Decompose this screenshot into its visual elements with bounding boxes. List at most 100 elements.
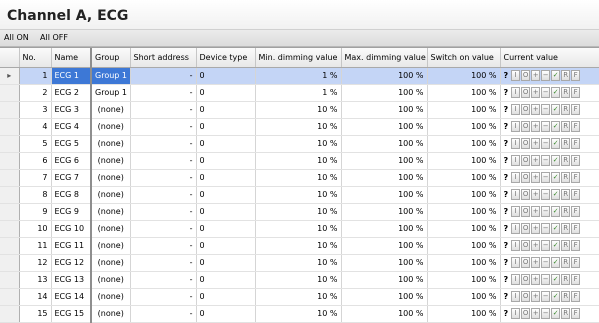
increase-button[interactable]: + xyxy=(531,189,541,200)
off-button[interactable]: O xyxy=(521,138,531,149)
decrease-button[interactable]: − xyxy=(541,70,551,81)
column-header-switch-on[interactable]: Switch on value xyxy=(427,48,501,68)
off-button[interactable]: O xyxy=(521,87,531,98)
on-button[interactable]: I xyxy=(511,138,521,149)
reset-button[interactable]: R xyxy=(561,138,571,149)
check-button[interactable]: ✓ xyxy=(551,155,561,166)
find-button[interactable]: F xyxy=(571,257,581,268)
row-selector[interactable] xyxy=(0,254,20,272)
decrease-button[interactable]: − xyxy=(541,104,551,115)
on-button[interactable]: I xyxy=(511,172,521,183)
all-off-button[interactable]: All OFF xyxy=(40,33,68,42)
check-button[interactable]: ✓ xyxy=(551,189,561,200)
table-row[interactable]: ▸ 1 ECG 1 Group 1-01 % 100 % 100 %? I O + − ✓ R F xyxy=(0,67,599,85)
off-button[interactable]: O xyxy=(521,274,531,285)
off-button[interactable]: O xyxy=(521,223,531,234)
on-button[interactable]: I xyxy=(511,104,521,115)
column-header-device-type[interactable]: Device type xyxy=(196,48,256,68)
on-button[interactable]: I xyxy=(511,223,521,234)
decrease-button[interactable]: − xyxy=(541,206,551,217)
increase-button[interactable]: + xyxy=(531,87,541,98)
off-button[interactable]: O xyxy=(521,291,531,302)
table-row[interactable]: 5 ECG 5 (none) -0 10 % 100 % 100 %? I O + − ✓ R F xyxy=(0,135,599,153)
increase-button[interactable]: + xyxy=(531,223,541,234)
decrease-button[interactable]: − xyxy=(541,87,551,98)
check-button[interactable]: ✓ xyxy=(551,308,561,319)
check-button[interactable]: ✓ xyxy=(551,291,561,302)
check-button[interactable]: ✓ xyxy=(551,206,561,217)
increase-button[interactable]: + xyxy=(531,70,541,81)
row-selector[interactable] xyxy=(0,271,20,289)
find-button[interactable]: F xyxy=(571,155,581,166)
on-button[interactable]: I xyxy=(511,291,521,302)
decrease-button[interactable]: − xyxy=(541,223,551,234)
decrease-button[interactable]: − xyxy=(541,138,551,149)
on-button[interactable]: I xyxy=(511,189,521,200)
reset-button[interactable]: R xyxy=(561,291,571,302)
reset-button[interactable]: R xyxy=(561,240,571,251)
reset-button[interactable]: R xyxy=(561,274,571,285)
row-selector[interactable] xyxy=(0,169,20,187)
find-button[interactable]: F xyxy=(571,172,581,183)
increase-button[interactable]: + xyxy=(531,155,541,166)
row-selector[interactable] xyxy=(0,186,20,204)
table-row[interactable]: 7 ECG 7 (none) -0 10 % 100 % 100 %? I O + − ✓ R F xyxy=(0,169,599,187)
table-row[interactable]: 14 ECG 14 (none) -0 10 % 100 % 100 %? I O + − ✓ R F xyxy=(0,288,599,306)
decrease-button[interactable]: − xyxy=(541,172,551,183)
find-button[interactable]: F xyxy=(571,138,581,149)
table-row[interactable]: 6 ECG 6 (none) -0 10 % 100 % 100 %? I O + − ✓ R F xyxy=(0,152,599,170)
increase-button[interactable]: + xyxy=(531,172,541,183)
column-header-group[interactable]: Group xyxy=(91,48,131,68)
row-selector[interactable] xyxy=(0,101,20,119)
decrease-button[interactable]: − xyxy=(541,257,551,268)
reset-button[interactable]: R xyxy=(561,189,571,200)
off-button[interactable]: O xyxy=(521,206,531,217)
reset-button[interactable]: R xyxy=(561,70,571,81)
table-row[interactable]: 4 ECG 4 (none) -0 10 % 100 % 100 %? I O + − ✓ R F xyxy=(0,118,599,136)
off-button[interactable]: O xyxy=(521,70,531,81)
increase-button[interactable]: + xyxy=(531,206,541,217)
row-selector[interactable] xyxy=(0,118,20,136)
off-button[interactable]: O xyxy=(521,308,531,319)
find-button[interactable]: F xyxy=(571,87,581,98)
all-on-button[interactable]: All ON xyxy=(4,33,29,42)
off-button[interactable]: O xyxy=(521,189,531,200)
decrease-button[interactable]: − xyxy=(541,308,551,319)
row-selector[interactable] xyxy=(0,288,20,306)
find-button[interactable]: F xyxy=(571,104,581,115)
decrease-button[interactable]: − xyxy=(541,189,551,200)
row-selector[interactable] xyxy=(0,152,20,170)
decrease-button[interactable]: − xyxy=(541,155,551,166)
row-selector[interactable] xyxy=(0,84,20,102)
increase-button[interactable]: + xyxy=(531,308,541,319)
find-button[interactable]: F xyxy=(571,240,581,251)
table-row[interactable]: 3 ECG 3 (none) -0 10 % 100 % 100 %? I O + − ✓ R F xyxy=(0,101,599,119)
check-button[interactable]: ✓ xyxy=(551,223,561,234)
row-selector[interactable] xyxy=(0,237,20,255)
off-button[interactable]: O xyxy=(521,104,531,115)
column-header-current[interactable]: Current value xyxy=(500,48,599,68)
column-header-max-dimming[interactable]: Max. dimming value xyxy=(341,48,428,68)
check-button[interactable]: ✓ xyxy=(551,172,561,183)
on-button[interactable]: I xyxy=(511,70,521,81)
column-header-short-address[interactable]: Short address xyxy=(130,48,197,68)
on-button[interactable]: I xyxy=(511,274,521,285)
increase-button[interactable]: + xyxy=(531,138,541,149)
on-button[interactable]: I xyxy=(511,206,521,217)
table-row[interactable]: 10 ECG 10 (none) -0 10 % 100 % 100 %? I O + − ✓ R F xyxy=(0,220,599,238)
table-row[interactable]: 11 ECG 11 (none) -0 10 % 100 % 100 %? I O + − ✓ R F xyxy=(0,237,599,255)
increase-button[interactable]: + xyxy=(531,291,541,302)
check-button[interactable]: ✓ xyxy=(551,274,561,285)
off-button[interactable]: O xyxy=(521,257,531,268)
reset-button[interactable]: R xyxy=(561,308,571,319)
off-button[interactable]: O xyxy=(521,240,531,251)
reset-button[interactable]: R xyxy=(561,206,571,217)
column-header-min-dimming[interactable]: Min. dimming value xyxy=(255,48,342,68)
check-button[interactable]: ✓ xyxy=(551,104,561,115)
on-button[interactable]: I xyxy=(511,308,521,319)
reset-button[interactable]: R xyxy=(561,87,571,98)
increase-button[interactable]: + xyxy=(531,104,541,115)
find-button[interactable]: F xyxy=(571,206,581,217)
table-row[interactable]: 8 ECG 8 (none) -0 10 % 100 % 100 %? I O + − ✓ R F xyxy=(0,186,599,204)
off-button[interactable]: O xyxy=(521,172,531,183)
